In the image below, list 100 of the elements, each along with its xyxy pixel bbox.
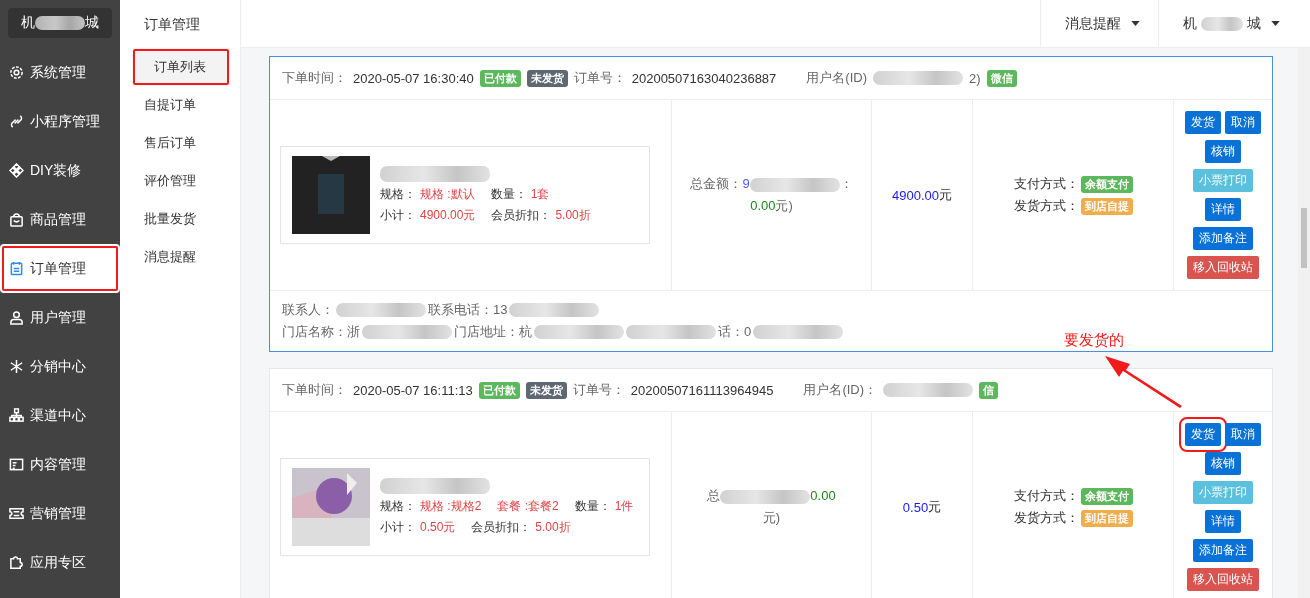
submenu-item[interactable]: 批量发货 [120,200,240,238]
sidebar-item[interactable]: 订单管理 [0,244,120,293]
total-amount-text: 总金额： [690,176,743,191]
status-tag: 未发货 [526,69,568,87]
price-value: 0.50 [902,499,929,515]
sidebar-item[interactable]: 小程序管理 [0,97,120,146]
link-icon [9,114,24,129]
caret-icon [1131,21,1140,26]
order-time: 2020-05-07 16:30:40 [353,70,474,86]
order-number-label: 订单号： [572,381,625,399]
action-button[interactable]: 发货 [1185,111,1221,134]
sidebar-item[interactable]: 营销管理 [0,489,120,538]
sidebar-item[interactable]: 应用专区 [0,538,120,587]
user-icon [9,310,24,325]
spec-value: 套餐 :套餐2 [497,498,559,515]
status-tag: 已付款 [479,69,521,87]
discount-label: 会员折扣： [471,519,532,536]
gear-icon [9,65,24,80]
payment-label: 发货方式： [1013,197,1079,215]
contact-text: 联系电话：13 [428,301,508,319]
action-button[interactable]: 取消 [1225,423,1261,446]
submenu-item[interactable]: 订单列表 [132,48,230,86]
total-amount-text: ： [839,176,853,191]
bag-icon [9,212,24,227]
brand-label: 机 城 [8,8,112,38]
user-id-tail: 2) [969,70,981,86]
puzzle-icon [9,555,24,570]
action-button[interactable]: 添加备注 [1193,227,1253,250]
dropdown-menu[interactable]: 机 城 [1158,0,1298,47]
user-label: 用户名(ID)： [803,381,878,399]
contact-text: 门店名称：浙 [282,323,360,341]
method-tag: 余额支付 [1080,175,1133,193]
submenu-item[interactable]: 消息提醒 [120,238,240,276]
subtotal-value: 0.50元 [420,519,456,536]
submenu-item[interactable]: 评价管理 [120,162,240,200]
channel-tag: 微信 [986,69,1017,87]
user-label: 用户名(ID) [806,69,867,87]
submenu-item[interactable]: 自提订单 [120,86,240,124]
action-button[interactable]: 移入回收站 [1187,568,1259,591]
total-amount-text: 元) [762,510,781,525]
action-button[interactable]: 核销 [1205,452,1241,475]
spec-label: 规格： [380,186,416,203]
price-unit: 元 [928,498,942,516]
sidebar-item[interactable]: DIY装修 [0,146,120,195]
submenu-title: 订单管理 [143,15,201,34]
price-unit: 元 [939,186,952,204]
status-tag: 未发货 [525,381,567,399]
spec-value: 1套 [530,186,550,203]
dropdown-menu[interactable]: 消息提醒 [1040,0,1158,47]
discount-value: 5.00折 [535,519,571,536]
action-button[interactable]: 取消 [1225,111,1261,134]
method-tag: 余额支付 [1080,487,1133,505]
sidebar-item[interactable]: 用户管理 [0,293,120,342]
sidebar-item[interactable]: 分销中心 [0,342,120,391]
order-number: 20200507161113964945 [630,382,774,398]
price-value: 4900.00 [892,187,939,203]
total-amount-text: 9 [742,176,750,191]
spec-value: 规格 :默认 [420,186,475,203]
time-label: 下单时间： [282,69,347,87]
subtotal-label: 小计： [380,207,416,224]
redaction-blur [35,16,85,30]
channel-tag: 信 [979,381,999,399]
total-amount-text: 0.00 [750,198,776,213]
order-number: 20200507163040236887 [631,70,777,86]
action-button[interactable]: 详情 [1205,510,1241,533]
contact-text: 门店地址：杭 [454,323,532,341]
time-label: 下单时间： [282,381,347,399]
subtotal-label: 小计： [380,519,416,536]
sitemap-icon [9,408,24,423]
action-button[interactable]: 详情 [1205,198,1241,221]
action-button[interactable]: 核销 [1205,140,1241,163]
total-amount-text: 元) [775,198,793,213]
ticket-icon [9,506,24,521]
sidebar-item[interactable]: 系统管理 [0,48,120,97]
spec-label: 规格： [380,498,416,515]
redaction-blur [1201,16,1243,31]
payment-label: 发货方式： [1013,509,1079,527]
action-button[interactable]: 移入回收站 [1187,256,1259,279]
annotation-note: 要发货的 [1064,331,1124,350]
contact-text: 话：0 [718,323,752,341]
spec-label: 数量： [490,186,527,203]
total-amount-text: 0.00 [810,488,836,503]
spec-value: 规格 :规格2 [420,498,482,515]
discount-value: 5.00折 [555,207,591,224]
scrollbar[interactable] [1298,48,1310,598]
caret-icon [1271,21,1280,26]
sidebar-item[interactable]: 内容管理 [0,440,120,489]
payment-label: 支付方式： [1013,175,1079,193]
window-icon [9,457,24,472]
sidebar-item[interactable]: 渠道中心 [0,391,120,440]
sidebar-item[interactable]: 商品管理 [0,195,120,244]
submenu-item[interactable]: 售后订单 [120,124,240,162]
contact-text: 联系人： [282,301,334,319]
action-button[interactable]: 添加备注 [1193,539,1253,562]
asterisk-icon [9,359,24,374]
subtotal-value: 4900.00元 [420,207,476,224]
status-tag: 已付款 [478,381,520,399]
total-amount-text: 总 [707,488,721,503]
order-number-label: 订单号： [573,69,626,87]
method-tag: 到店自提 [1080,509,1133,527]
